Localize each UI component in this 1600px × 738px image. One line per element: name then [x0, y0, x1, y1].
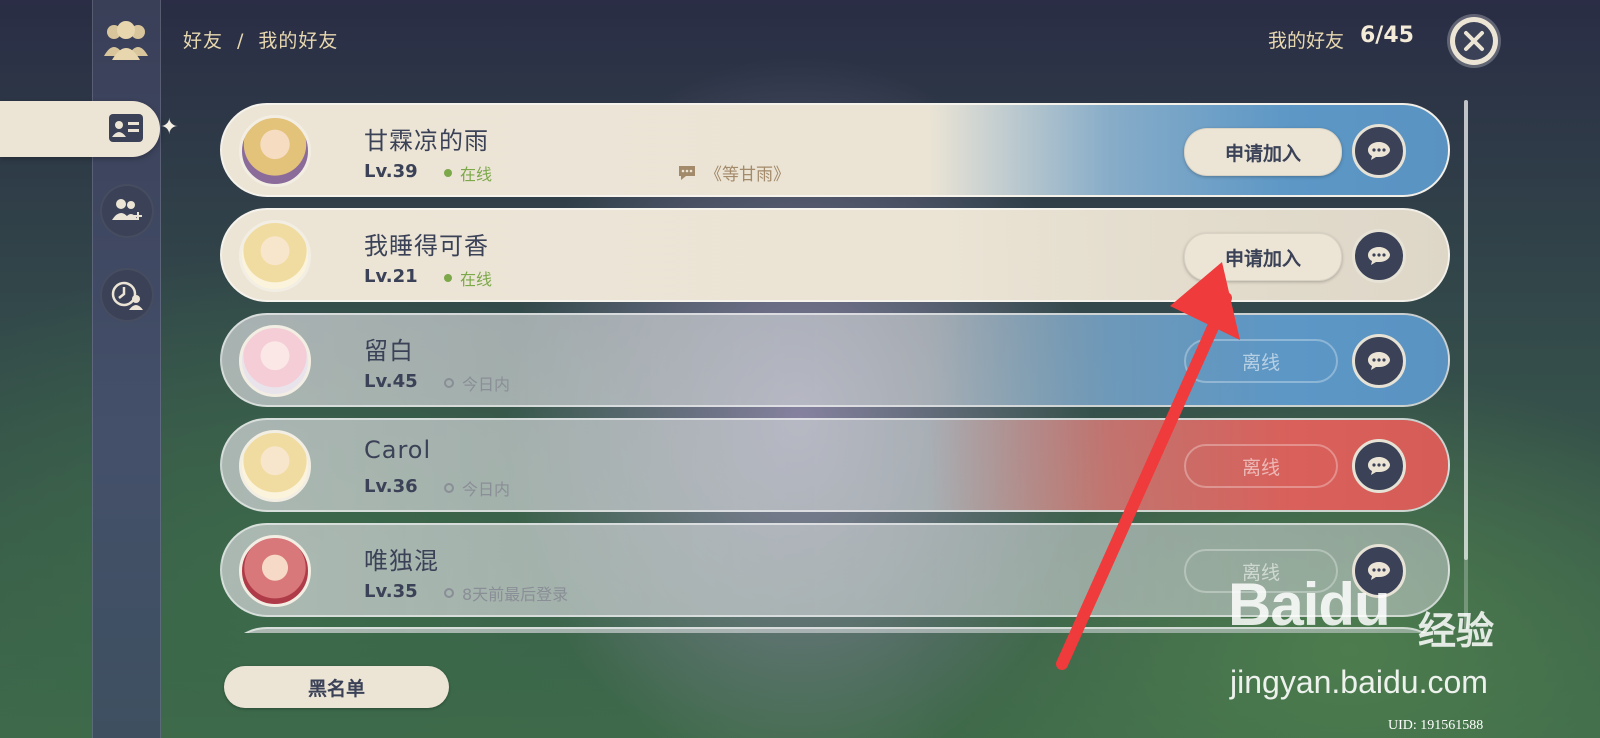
status-dot-icon: [444, 169, 452, 177]
breadcrumb: 好友 / 我的好友: [183, 26, 338, 53]
friend-signature: 《等甘雨》: [677, 160, 790, 185]
watermark-logo-suffix: du: [1318, 571, 1390, 638]
sparkle-icon: ✦: [160, 115, 179, 140]
avatar: [239, 220, 311, 292]
friend-row[interactable]: 甘霖凉的雨 Lv.39 在线 《等甘雨》 申请加入: [220, 103, 1450, 197]
friend-level: Lv.36: [364, 476, 418, 497]
breadcrumb-root[interactable]: 好友: [183, 30, 223, 52]
chat-button[interactable]: [1352, 334, 1406, 388]
friend-level: Lv.35: [364, 581, 418, 602]
friend-name: 唯独混: [364, 547, 439, 575]
friends-list[interactable]: 甘霖凉的雨 Lv.39 在线 《等甘雨》 申请加入 我睡得可香 Lv.21 在线…: [220, 103, 1452, 633]
id-card-icon: [109, 114, 143, 142]
avatar: [239, 535, 311, 607]
watermark-cn: 经验: [1418, 609, 1495, 653]
chat-icon: [1368, 247, 1390, 265]
status-dot-icon: [444, 483, 454, 493]
offline-indicator: 离线: [1184, 444, 1338, 488]
avatar: [239, 325, 311, 397]
status-text: 在线: [460, 270, 493, 289]
status-text: 在线: [460, 165, 493, 184]
status-dot-icon: [444, 274, 452, 282]
online-status: 在线: [444, 266, 492, 290]
friend-level: Lv.45: [364, 371, 418, 392]
status-text: 今日内: [462, 480, 511, 499]
friend-name: 我睡得可香: [364, 232, 489, 260]
watermark-logo-text: Bai: [1228, 571, 1319, 638]
chat-icon: [1368, 142, 1390, 160]
watermark-url: jingyan.baidu.com: [1230, 664, 1488, 700]
chat-button[interactable]: [1352, 229, 1406, 283]
online-status: 在线: [444, 161, 492, 185]
chat-button[interactable]: [1352, 439, 1406, 493]
clock-user-icon: [111, 281, 143, 310]
offline-indicator: 离线: [1184, 339, 1338, 383]
blacklist-button[interactable]: 黑名单: [224, 666, 449, 708]
tab-recent[interactable]: [100, 268, 154, 322]
friend-name: Carol: [364, 436, 432, 464]
friend-row[interactable]: 留白 Lv.45 今日内 离线: [220, 313, 1450, 407]
breadcrumb-separator: /: [237, 30, 245, 52]
friend-count-value: 6/45: [1360, 23, 1414, 48]
signature-text: 《等甘雨》: [705, 165, 790, 185]
offline-status: 今日内: [444, 476, 510, 500]
status-text: 今日内: [462, 375, 511, 394]
add-user-icon: [112, 199, 142, 220]
scrollbar-thumb[interactable]: [1464, 100, 1468, 560]
uid-label: UID: 191561588: [1388, 718, 1484, 733]
friend-row[interactable]: Carol Lv.36 今日内 离线: [220, 418, 1450, 512]
request-join-button[interactable]: 申请加入: [1184, 128, 1342, 176]
friend-level: Lv.39: [364, 161, 418, 182]
status-text: 8天前最后登录: [462, 585, 569, 604]
watermark-logo: Baidu: [1228, 570, 1391, 639]
friend-level: Lv.21: [364, 266, 418, 287]
avatar: [239, 115, 311, 187]
status-dot-icon: [444, 378, 454, 388]
offline-status: 今日内: [444, 371, 510, 395]
tab-add-friend[interactable]: [100, 184, 154, 238]
friend-name: 甘霖凉的雨: [364, 127, 489, 155]
close-icon: [1464, 31, 1484, 51]
avatar: [239, 430, 311, 502]
close-button[interactable]: [1450, 17, 1498, 65]
friend-row[interactable]: 我睡得可香 Lv.21 在线 申请加入: [220, 208, 1450, 302]
friend-count-label: 我的好友: [1268, 30, 1345, 52]
chat-button[interactable]: [1352, 124, 1406, 178]
request-join-button[interactable]: 申请加入: [1184, 233, 1342, 281]
friend-name: 留白: [364, 337, 414, 365]
status-dot-icon: [444, 588, 454, 598]
friends-group-icon: [100, 18, 152, 64]
offline-status: 8天前最后登录: [444, 581, 568, 605]
tab-friends-list[interactable]: [0, 101, 160, 157]
chat-icon: [1368, 352, 1390, 370]
speech-bubble-icon: [679, 165, 695, 180]
chat-icon: [1368, 457, 1390, 475]
breadcrumb-current: 我的好友: [258, 30, 339, 52]
